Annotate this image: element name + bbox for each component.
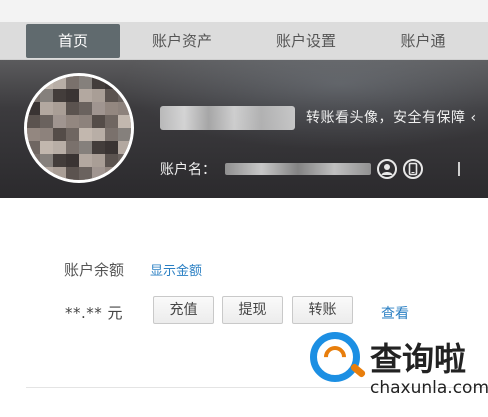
avatar-pixel xyxy=(92,76,105,89)
phone-circle-icon[interactable] xyxy=(403,159,423,179)
avatar-pixel xyxy=(118,115,131,128)
show-amount-link[interactable]: 显示金额 xyxy=(150,260,202,279)
avatar-pixel xyxy=(53,154,66,167)
user-circle-icon[interactable] xyxy=(377,159,397,179)
security-tip: 转账看头像，安全有保障 ‹ xyxy=(306,110,477,126)
avatar-pixel xyxy=(66,167,79,180)
avatar-pixel xyxy=(27,89,40,102)
avatar-pixel xyxy=(53,76,66,89)
balance-label: 账户余额 xyxy=(64,261,125,279)
avatar-pixel xyxy=(79,102,92,115)
avatar-pixel xyxy=(66,76,79,89)
avatar-pixel xyxy=(118,154,131,167)
avatar-pixel xyxy=(118,89,131,102)
transfer-button[interactable]: 转账 xyxy=(292,296,353,324)
avatar-pixel xyxy=(27,141,40,154)
avatar-pixel xyxy=(92,141,105,154)
avatar-pixel xyxy=(40,89,53,102)
view-link[interactable]: 查看 xyxy=(381,303,409,323)
tab-account-settings[interactable]: 账户设置 xyxy=(258,24,354,58)
avatar-pixel xyxy=(53,128,66,141)
account-name-label: 账户名： xyxy=(160,162,216,178)
balance-amount: **.** 元 xyxy=(65,304,124,322)
avatar-pixel xyxy=(105,102,118,115)
avatar-pixel xyxy=(53,89,66,102)
avatar-pixel xyxy=(66,128,79,141)
avatar-pixel xyxy=(66,89,79,102)
avatar-pixel xyxy=(118,128,131,141)
avatar-pixel xyxy=(92,167,105,180)
watermark-logo: 查询啦 chaxunla.com xyxy=(300,322,488,404)
avatar-pixel xyxy=(92,115,105,128)
avatar-pixel xyxy=(105,115,118,128)
watermark-domain: chaxunla.com xyxy=(370,378,488,398)
avatar-pixel xyxy=(118,141,131,154)
avatar-pixel xyxy=(79,167,92,180)
avatar-pixel xyxy=(27,115,40,128)
avatar-pixel xyxy=(66,154,79,167)
avatar-pixel xyxy=(105,89,118,102)
avatar-pixel xyxy=(105,128,118,141)
avatar-pixel xyxy=(53,115,66,128)
avatar-pixel xyxy=(105,141,118,154)
tab-account-pass[interactable]: 账户通 xyxy=(382,24,464,58)
recharge-button[interactable]: 充值 xyxy=(153,296,214,324)
avatar-pixel xyxy=(92,128,105,141)
tab-home[interactable]: 首页 xyxy=(26,24,120,58)
browser-top-strip xyxy=(0,0,488,22)
top-nav: 首页 账户资产 账户设置 账户通 xyxy=(0,22,488,60)
avatar-pixel xyxy=(40,76,53,89)
banner-separator xyxy=(458,162,460,176)
avatar-pixel xyxy=(66,115,79,128)
avatar[interactable] xyxy=(24,73,134,183)
avatar-pixel xyxy=(105,167,118,180)
avatar-pixel xyxy=(118,76,131,89)
avatar-pixel xyxy=(66,102,79,115)
avatar-pixel xyxy=(27,128,40,141)
avatar-pixel xyxy=(27,76,40,89)
avatar-pixel xyxy=(105,76,118,89)
avatar-pixel xyxy=(79,141,92,154)
username-blurred xyxy=(160,106,295,130)
avatar-pixel xyxy=(92,102,105,115)
avatar-pixel xyxy=(92,89,105,102)
avatar-pixel xyxy=(118,102,131,115)
account-name-blurred xyxy=(225,163,371,175)
magnifier-handle xyxy=(349,362,367,379)
avatar-pixel xyxy=(66,141,79,154)
withdraw-button[interactable]: 提现 xyxy=(222,296,283,324)
avatar-pixel xyxy=(40,102,53,115)
avatar-pixel xyxy=(53,167,66,180)
avatar-pixel xyxy=(40,167,53,180)
avatar-pixel xyxy=(27,154,40,167)
avatar-pixel xyxy=(79,76,92,89)
avatar-pixel xyxy=(27,102,40,115)
avatar-pixel xyxy=(53,141,66,154)
avatar-pixel xyxy=(40,115,53,128)
avatar-pixel xyxy=(40,128,53,141)
avatar-pixel xyxy=(53,102,66,115)
avatar-pixel xyxy=(79,128,92,141)
watermark-text: 查询啦 xyxy=(370,340,467,378)
avatar-pixel xyxy=(118,167,131,180)
avatar-pixel xyxy=(79,115,92,128)
avatar-pixel xyxy=(40,141,53,154)
avatar-pixel xyxy=(79,89,92,102)
avatar-pixel xyxy=(92,154,105,167)
avatar-pixel xyxy=(79,154,92,167)
avatar-pixel xyxy=(40,154,53,167)
banner-glow xyxy=(120,60,488,150)
avatar-pixel xyxy=(105,154,118,167)
avatar-pixel xyxy=(27,167,40,180)
tab-account-assets[interactable]: 账户资产 xyxy=(134,24,230,58)
